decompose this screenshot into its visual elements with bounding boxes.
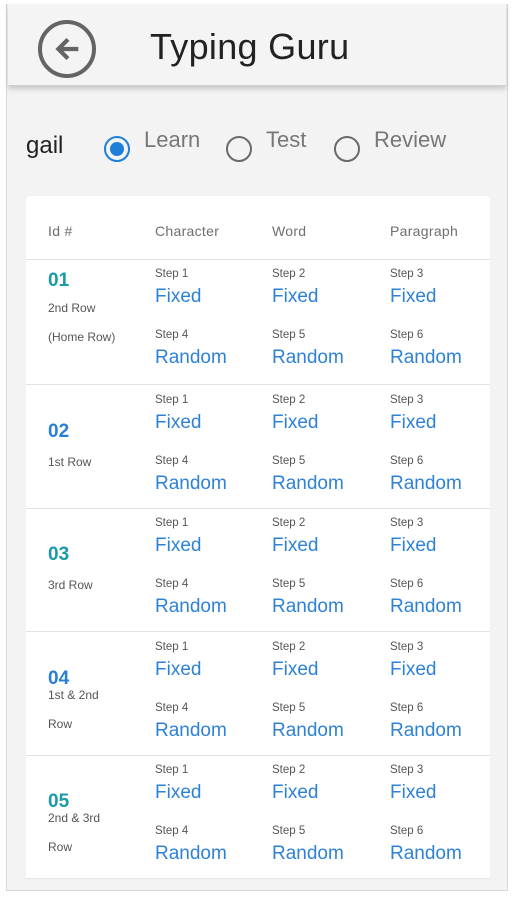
step-random-link[interactable]: Random <box>390 347 462 369</box>
step-label: Step 3 <box>390 764 424 776</box>
step-label: Step 4 <box>155 329 189 341</box>
step-random-link[interactable]: Random <box>155 843 227 865</box>
radio-test[interactable] <box>226 136 252 162</box>
app-bar: Typing Guru <box>8 4 506 86</box>
mode-label: Test <box>266 127 307 152</box>
lesson-table: Id # Character Word Paragraph 01 2nd Row … <box>26 196 490 879</box>
step-random-link[interactable]: Random <box>272 347 344 369</box>
step-fixed-link[interactable]: Fixed <box>272 286 318 308</box>
step-label: Step 6 <box>390 454 424 467</box>
step-label: Step 5 <box>272 578 306 590</box>
step-label: Step 6 <box>390 329 424 341</box>
table-row: 05 2nd & 3rd Row Step 1 Fixed Step 2 Fixed Ste… <box>26 756 490 879</box>
step-label: Step 1 <box>155 764 189 776</box>
lesson-id: 02 <box>48 420 70 442</box>
step-label: Step 3 <box>390 268 424 280</box>
step-label: Step 2 <box>272 393 306 406</box>
step-label: Step 5 <box>272 825 306 837</box>
step-random-link[interactable]: Random <box>272 843 344 865</box>
step-label: Step 1 <box>155 517 189 529</box>
step-random-link[interactable]: Random <box>155 473 227 495</box>
step-random-link[interactable]: Random <box>272 596 344 618</box>
step-label: Step 1 <box>155 640 189 653</box>
step-label: Step 6 <box>390 701 424 714</box>
step-fixed-link[interactable]: Fixed <box>155 782 201 804</box>
step-label: Step 4 <box>155 454 189 467</box>
mode-selector: gail Learn Test Review <box>26 126 506 166</box>
step-fixed-link[interactable]: Fixed <box>272 535 318 557</box>
step-label: Step 4 <box>155 825 189 837</box>
step-label: Step 5 <box>272 701 306 714</box>
lesson-description: 2nd & 3rd Row <box>48 811 101 854</box>
step-random-link[interactable]: Random <box>155 596 227 618</box>
step-fixed-link[interactable]: Fixed <box>272 412 318 434</box>
radio-review[interactable] <box>334 136 360 162</box>
step-label: Step 2 <box>272 517 306 529</box>
step-fixed-link[interactable]: Fixed <box>390 782 436 804</box>
step-fixed-link[interactable]: Fixed <box>390 286 436 308</box>
step-random-link[interactable]: Random <box>390 596 462 618</box>
step-label: Step 3 <box>390 640 424 653</box>
step-label: Step 6 <box>390 825 424 837</box>
mode-option-learn[interactable]: Learn <box>104 126 200 166</box>
column-header-character: Character <box>155 223 220 239</box>
step-label: Step 1 <box>155 268 189 280</box>
step-fixed-link[interactable]: Fixed <box>390 412 436 434</box>
table-header: Id # Character Word Paragraph <box>26 196 490 260</box>
column-header-id: Id # <box>48 223 73 239</box>
step-label: Step 1 <box>155 393 189 406</box>
table-row: 02 1st Row Step 1 Fixed Step 2 Fixed Step 3 Fix… <box>26 385 490 509</box>
lesson-id: 01 <box>48 270 70 291</box>
lesson-id: 03 <box>48 544 70 565</box>
step-fixed-link[interactable]: Fixed <box>272 659 318 681</box>
back-button[interactable] <box>38 20 96 78</box>
step-label: Step 5 <box>272 329 306 341</box>
username-label: gail <box>26 132 64 159</box>
mode-label: Review <box>374 127 447 152</box>
step-fixed-link[interactable]: Fixed <box>155 286 201 308</box>
step-label: Step 4 <box>155 578 189 590</box>
step-label: Step 3 <box>390 517 424 529</box>
lesson-description: 1st & 2nd Row <box>48 687 99 731</box>
step-fixed-link[interactable]: Fixed <box>155 412 201 434</box>
step-fixed-link[interactable]: Fixed <box>390 535 436 557</box>
step-label: Step 6 <box>390 578 424 590</box>
step-random-link[interactable]: Random <box>155 720 227 742</box>
mode-option-review[interactable]: Review <box>334 126 446 166</box>
lesson-description: 3rd Row <box>48 578 93 592</box>
page-title: Typing Guru <box>150 26 350 67</box>
step-label: Step 4 <box>155 701 189 714</box>
step-random-link[interactable]: Random <box>390 720 462 742</box>
radio-learn[interactable] <box>104 136 130 162</box>
table-row: 03 3rd Row Step 1 Fixed Step 2 Fixed Step 3 Fix… <box>26 509 490 632</box>
table-row: 04 1st & 2nd Row Step 1 Fixed Step 2 Fixed Ste… <box>26 632 490 756</box>
step-label: Step 2 <box>272 764 306 776</box>
lesson-description: 1st Row <box>48 454 92 469</box>
table-row: 01 2nd Row (Home Row) Step 1 Fixed Step 2 Fix… <box>26 262 490 385</box>
step-label: Step 2 <box>272 268 306 280</box>
step-fixed-link[interactable]: Fixed <box>272 782 318 804</box>
back-arrow-icon <box>55 37 79 61</box>
step-label: Step 5 <box>272 454 306 467</box>
step-fixed-link[interactable]: Fixed <box>155 659 201 681</box>
step-fixed-link[interactable]: Fixed <box>390 659 436 681</box>
step-random-link[interactable]: Random <box>272 720 344 742</box>
lesson-description: 2nd Row (Home Row) <box>48 301 116 344</box>
step-random-link[interactable]: Random <box>390 473 462 495</box>
mode-label: Learn <box>144 127 201 152</box>
step-label: Step 2 <box>272 640 306 653</box>
step-random-link[interactable]: Random <box>390 843 462 865</box>
step-fixed-link[interactable]: Fixed <box>155 535 201 557</box>
column-header-word: Word <box>272 223 307 239</box>
column-header-paragraph: Paragraph <box>390 223 459 239</box>
step-random-link[interactable]: Random <box>272 473 344 495</box>
mode-option-test[interactable]: Test <box>226 126 306 166</box>
step-label: Step 3 <box>390 393 424 406</box>
step-random-link[interactable]: Random <box>155 347 227 369</box>
